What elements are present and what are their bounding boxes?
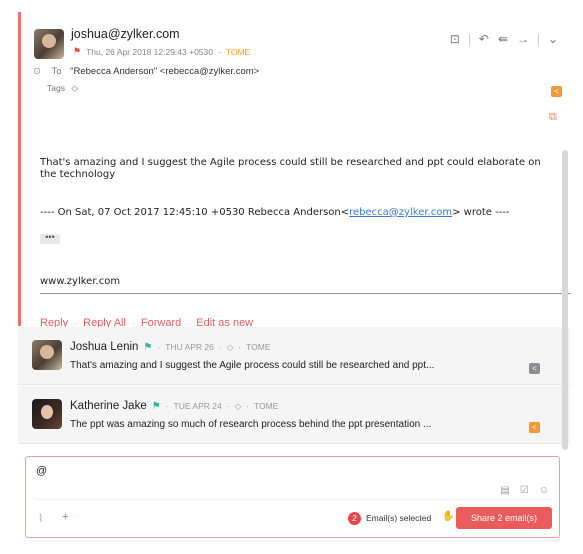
flag-icon[interactable]: ⚑ <box>73 46 81 57</box>
add-icon[interactable]: + <box>62 511 68 523</box>
thread-snippet: The ppt was amazing so much of research … <box>70 419 432 430</box>
show-quoted-button[interactable]: ••• <box>40 233 60 244</box>
share-icon[interactable]: < <box>551 86 562 97</box>
quote-email-link[interactable]: rebecca@zylker.com <box>349 207 452 218</box>
share-emails-button[interactable]: Share 2 email(s) <box>456 507 552 529</box>
tag-icon[interactable]: ◇ <box>235 401 242 412</box>
thread-date: THU APR 26 <box>165 342 214 352</box>
compose-tools: ▤ ☑ ☺ <box>500 485 549 496</box>
template-icon[interactable]: ▤ <box>500 485 509 496</box>
chevron-down-icon[interactable]: ⌄ <box>548 32 558 46</box>
to-value[interactable]: "Rebecca Anderson" <rebecca@zylker.com> <box>70 66 259 77</box>
thread-row[interactable]: Joshua Lenin ⚑ · THU APR 26 · ◇ · TOME T… <box>18 327 570 385</box>
mailbox-icon[interactable]: ⊡ <box>450 32 460 46</box>
signature: www.zylker.com <box>40 276 121 287</box>
avatar <box>32 399 62 429</box>
sender-email[interactable]: joshua@zylker.com <box>71 27 180 41</box>
selected-label: Email(s) selected <box>366 513 432 523</box>
signature-divider <box>40 293 571 294</box>
expanded-message: joshua@zylker.com ⚑ Thu, 26 Apr 2018 12:… <box>18 12 571 329</box>
thread-date: TUE APR 24 <box>173 401 222 411</box>
tag-icon[interactable]: ◇ <box>71 83 78 93</box>
selected-count-badge: 2 <box>348 512 361 525</box>
tag-icon[interactable]: ◇ <box>227 342 234 353</box>
read-icon[interactable]: ⧉ <box>549 111 557 124</box>
message-body: That's amazing and I suggest the Agile p… <box>40 157 541 180</box>
attach-icon[interactable]: ⌇ <box>38 512 43 525</box>
tome-label[interactable]: TOME <box>246 342 270 352</box>
to-label: To <box>51 66 62 77</box>
compose-input[interactable]: @ <box>36 465 47 477</box>
tome-label[interactable]: TOME <box>254 401 278 411</box>
share-icon[interactable]: < <box>529 422 540 433</box>
tags-label: Tags <box>47 83 65 93</box>
thread-sender: Katherine Jake <box>70 400 147 412</box>
message-meta: ⚑ Thu, 26 Apr 2018 12:29:43 +0530 · TOME <box>73 46 251 57</box>
reply-all-icon[interactable]: ⇚ <box>498 32 508 46</box>
hand-icon[interactable]: ✋ <box>442 511 454 522</box>
quote-header: ---- On Sat, 07 Oct 2017 12:45:10 +0530 … <box>40 207 510 218</box>
tags-row: Tags ◇ <box>47 83 78 94</box>
thread-snippet: That's amazing and I suggest the Agile p… <box>70 360 435 371</box>
thread-row[interactable]: Katherine Jake ⚑ · TUE APR 24 · ◇ · TOME… <box>18 386 570 444</box>
compose-box[interactable]: @ ▤ ☑ ☺ ⌇ + 2 Email(s) selected ✋ Share … <box>25 456 560 538</box>
share-icon[interactable]: < <box>529 363 540 374</box>
reply-icon[interactable]: ↶ <box>479 32 489 46</box>
thread-sender: Joshua Lenin <box>70 341 139 353</box>
flag-icon[interactable]: ⚑ <box>152 401 161 412</box>
task-icon[interactable]: ☑ <box>520 485 529 496</box>
recipients-row: ⊙ To "Rebecca Anderson" <rebecca@zylker.… <box>33 66 259 77</box>
expand-icon[interactable]: ⊙ <box>33 66 41 77</box>
scrollbar[interactable] <box>562 150 568 450</box>
flag-icon[interactable]: ⚑ <box>143 342 152 353</box>
avatar <box>32 340 62 370</box>
message-toolbar: ⊡ ↶ ⇚ → ⌄ <box>450 32 558 46</box>
tome-label[interactable]: TOME <box>226 47 250 57</box>
forward-icon[interactable]: → <box>517 32 529 46</box>
sender-avatar[interactable] <box>34 29 64 59</box>
emoji-icon[interactable]: ☺ <box>539 485 549 496</box>
message-date: Thu, 26 Apr 2018 12:29:43 +0530 <box>86 46 213 57</box>
